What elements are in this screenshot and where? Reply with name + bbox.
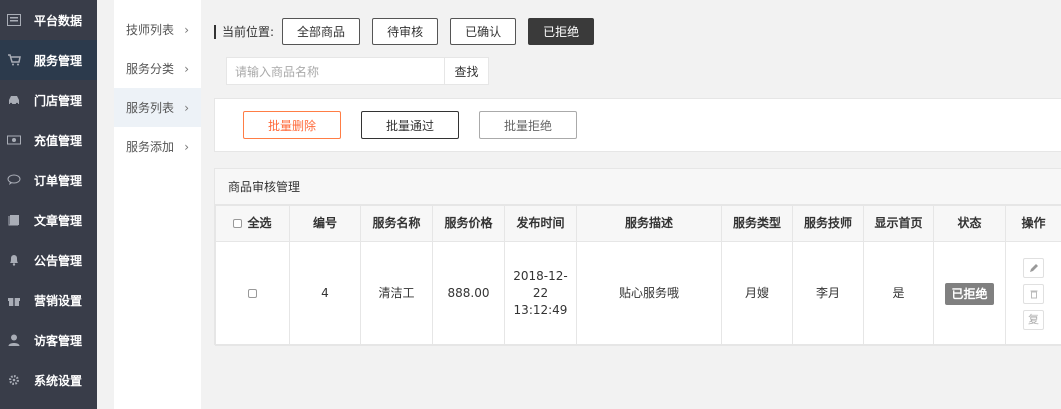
pencil-icon <box>1029 263 1038 272</box>
filter-rejected-button[interactable]: 已拒绝 <box>528 18 595 45</box>
search-input[interactable]: 请输入商品名称 <box>226 57 445 85</box>
subnav-item-service-list[interactable]: 服务列表 › <box>114 88 201 127</box>
sidebar-item-system[interactable]: 系统设置 <box>0 360 97 400</box>
crumb-marker <box>214 24 216 39</box>
user-icon <box>6 333 22 347</box>
money-icon <box>6 133 22 147</box>
gift-icon <box>6 293 22 307</box>
sidebar-item-label: 文章管理 <box>34 213 83 228</box>
sidebar-item-label: 系统设置 <box>34 373 83 388</box>
cell-time: 2018-12- 22 13:12:49 <box>504 241 577 346</box>
cell-status: 已拒绝 <box>933 241 1006 346</box>
bell-icon <box>6 253 22 267</box>
row-checkbox[interactable] <box>248 289 257 298</box>
column-header-status: 状态 <box>933 205 1006 242</box>
subnav-item-service-category[interactable]: 服务分类 › <box>114 49 201 88</box>
table-header-row: 全选 编号 服务名称 服务价格 发布时间 服务描述 服务类型 服务技师 显示首页… <box>215 205 1061 242</box>
subnav-item-technician-list[interactable]: 技师列表 › <box>114 10 201 49</box>
column-header-homepage: 显示首页 <box>863 205 934 242</box>
main-content: 当前位置: 全部商品 待审核 已确认 已拒绝 请输入商品名称 查找 批量删除 批… <box>201 0 1061 409</box>
cell-id: 4 <box>289 241 361 346</box>
cell-tech: 李月 <box>792 241 864 346</box>
batch-delete-button[interactable]: 批量删除 <box>243 111 341 139</box>
cell-time-clock: 13:12:49 <box>513 303 568 317</box>
subnav-item-service-add[interactable]: 服务添加 › <box>114 127 201 166</box>
delete-button[interactable] <box>1023 283 1044 304</box>
table-title: 商品审核管理 <box>215 169 1061 205</box>
select-all-label: 全选 <box>247 215 272 230</box>
gear-icon <box>6 373 22 387</box>
column-header-id: 编号 <box>289 205 361 242</box>
review-table-panel: 商品审核管理 全选 编号 服务名称 服务价格 发布时间 服务描述 服务类型 服务… <box>214 168 1061 346</box>
column-header-price: 服务价格 <box>432 205 505 242</box>
restore-button[interactable]: 复 <box>1023 309 1044 330</box>
cell-type: 月嫂 <box>721 241 793 346</box>
sidebar-item-platform-data[interactable]: 平台数据 <box>0 0 97 40</box>
cell-homepage: 是 <box>863 241 934 346</box>
sidebar-item-recharge[interactable]: 充值管理 <box>0 120 97 160</box>
sidebar-item-label: 服务管理 <box>34 53 83 68</box>
batch-reject-button[interactable]: 批量拒绝 <box>479 111 577 139</box>
subnav-item-label: 服务分类 <box>126 62 175 76</box>
column-header-name: 服务名称 <box>360 205 433 242</box>
column-header-type: 服务类型 <box>721 205 793 242</box>
sidebar-item-label: 平台数据 <box>34 13 83 28</box>
select-all-header[interactable]: 全选 <box>215 205 290 242</box>
filter-pending-button[interactable]: 待审核 <box>372 18 439 45</box>
sub-navigation: 技师列表 › 服务分类 › 服务列表 › 服务添加 › <box>114 0 201 409</box>
search-button[interactable]: 查找 <box>445 57 489 85</box>
subnav-item-label: 服务添加 <box>126 140 175 154</box>
batch-actions-panel: 批量删除 批量通过 批量拒绝 <box>214 98 1061 152</box>
review-table: 全选 编号 服务名称 服务价格 发布时间 服务描述 服务类型 服务技师 显示首页… <box>215 205 1061 346</box>
sidebar-gap <box>97 0 114 409</box>
sidebar-item-label: 营销设置 <box>34 293 83 308</box>
cell-actions: 复 <box>1005 241 1061 346</box>
status-filter-bar: 当前位置: 全部商品 待审核 已确认 已拒绝 <box>214 18 606 45</box>
sidebar-item-service[interactable]: 服务管理 <box>0 40 97 80</box>
search-row: 请输入商品名称 查找 <box>226 57 489 85</box>
car-icon <box>6 93 22 107</box>
breadcrumb-label: 当前位置: <box>222 25 275 39</box>
sidebar-item-order[interactable]: 订单管理 <box>0 160 97 200</box>
cell-name: 清洁工 <box>360 241 433 346</box>
sidebar-item-label: 充值管理 <box>34 133 83 148</box>
cell-desc: 贴心服务哦 <box>576 241 722 346</box>
chevron-right-icon: › <box>184 101 189 115</box>
status-badge: 已拒绝 <box>945 282 994 305</box>
chevron-right-icon: › <box>184 140 189 154</box>
chevron-right-icon: › <box>184 23 189 37</box>
sidebar-item-store[interactable]: 门店管理 <box>0 80 97 120</box>
chat-icon <box>6 173 22 187</box>
book-icon <box>6 213 22 227</box>
trash-icon <box>1030 290 1037 298</box>
batch-approve-button[interactable]: 批量通过 <box>361 111 459 139</box>
sidebar-item-notice[interactable]: 公告管理 <box>0 240 97 280</box>
cell-time-date: 2018-12- <box>513 269 568 283</box>
column-header-time: 发布时间 <box>504 205 577 242</box>
table-row: 4 清洁工 888.00 2018-12- 22 13:12:49 贴心服务哦 … <box>215 241 1061 346</box>
sidebar-item-label: 访客管理 <box>34 333 83 348</box>
column-header-actions: 操作 <box>1005 205 1061 242</box>
row-select-cell <box>215 241 290 346</box>
sidebar-item-visitor[interactable]: 访客管理 <box>0 320 97 360</box>
dashboard-icon <box>6 13 22 27</box>
sidebar-item-article[interactable]: 文章管理 <box>0 200 97 240</box>
select-all-checkbox[interactable] <box>233 218 243 228</box>
filter-all-button[interactable]: 全部商品 <box>282 18 361 45</box>
subnav-item-label: 服务列表 <box>126 101 175 115</box>
sidebar-item-marketing[interactable]: 营销设置 <box>0 280 97 320</box>
filter-confirmed-button[interactable]: 已确认 <box>450 18 517 45</box>
edit-button[interactable] <box>1023 257 1044 278</box>
column-header-desc: 服务描述 <box>576 205 722 242</box>
cart-icon <box>6 53 22 67</box>
cell-price: 888.00 <box>432 241 505 346</box>
sidebar-item-label: 订单管理 <box>34 173 83 188</box>
cell-time-day: 22 <box>532 286 549 300</box>
chevron-right-icon: › <box>184 62 189 76</box>
main-sidebar: 平台数据 服务管理 门店管理 充值管理 订单管理 文章管理 公告管理 营销设置 … <box>0 0 97 409</box>
column-header-tech: 服务技师 <box>792 205 864 242</box>
subnav-item-label: 技师列表 <box>126 23 175 37</box>
sidebar-item-label: 公告管理 <box>34 253 83 268</box>
sidebar-item-label: 门店管理 <box>34 93 83 108</box>
